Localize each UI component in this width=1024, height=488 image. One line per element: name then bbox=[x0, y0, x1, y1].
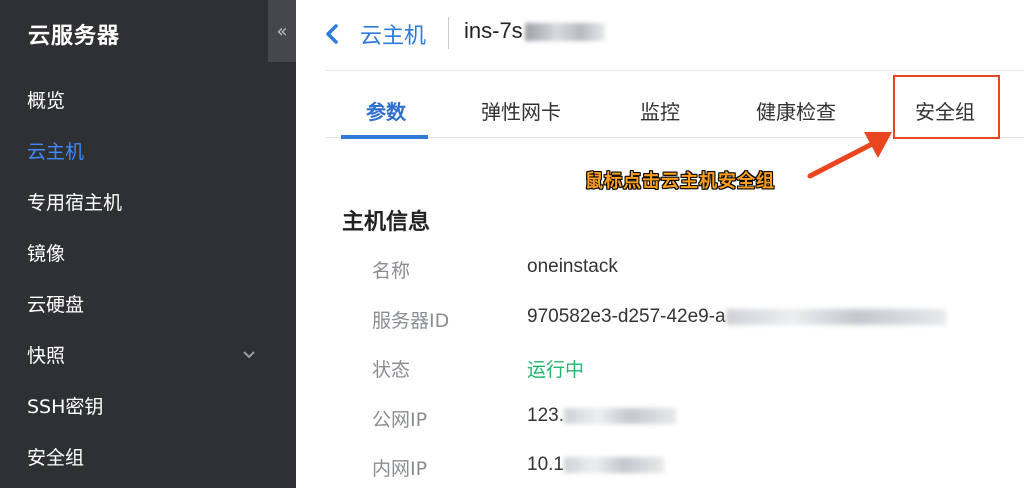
redacted-region bbox=[725, 308, 946, 325]
chevron-down-icon bbox=[242, 331, 256, 382]
sidebar: 云服务器 « 概览 云主机 专用宿主机 镜像 云硬盘 快照 SSH密钥 安全组 bbox=[0, 0, 296, 488]
instance-id: ins-7s bbox=[464, 18, 523, 43]
sidebar-title: 云服务器 bbox=[28, 24, 121, 49]
tab-parameters[interactable]: 参数 bbox=[366, 96, 406, 125]
sidebar-item-label: 云硬盘 bbox=[27, 294, 85, 316]
active-tab-indicator bbox=[341, 135, 428, 139]
sidebar-item-overview[interactable]: 概览 bbox=[0, 76, 296, 127]
arrow-icon bbox=[807, 132, 892, 179]
redacted-region bbox=[563, 407, 676, 424]
info-value: 10.1 bbox=[527, 454, 564, 475]
header-divider bbox=[326, 70, 1024, 71]
tab-elastic-nic[interactable]: 弹性网卡 bbox=[481, 96, 561, 125]
sidebar-item-label: 镜像 bbox=[27, 243, 66, 265]
page-header: 云主机 ins-7s bbox=[296, 0, 1024, 70]
info-value: 970582e3-d257-42e9-a bbox=[527, 306, 726, 327]
info-value: oneinstack bbox=[527, 256, 618, 277]
info-label: 公网IP bbox=[372, 409, 428, 431]
sidebar-item-image[interactable]: 镜像 bbox=[0, 229, 296, 280]
breadcrumb-parent[interactable]: 云主机 bbox=[360, 18, 426, 50]
info-label: 内网IP bbox=[372, 458, 428, 480]
info-value-container: 10.1 bbox=[527, 454, 664, 476]
info-label: 名称 bbox=[372, 260, 411, 282]
sidebar-item-label: 安全组 bbox=[27, 447, 85, 469]
info-value: 123. bbox=[527, 405, 564, 426]
redacted-region bbox=[563, 456, 664, 473]
double-chevron-left-icon: « bbox=[276, 20, 288, 42]
sidebar-item-ssh-key[interactable]: SSH密钥 bbox=[0, 382, 296, 433]
breadcrumb-current: ins-7s bbox=[464, 18, 605, 44]
collapse-sidebar-button[interactable]: « bbox=[268, 0, 296, 62]
redacted-region bbox=[524, 23, 605, 42]
status-badge: 运行中 bbox=[527, 359, 585, 381]
sidebar-item-security-group[interactable]: 安全组 bbox=[0, 433, 296, 484]
info-value-container: 123. bbox=[527, 405, 676, 427]
tab-monitoring[interactable]: 监控 bbox=[640, 96, 680, 125]
info-label: 服务器ID bbox=[372, 310, 450, 332]
sidebar-item-label: 快照 bbox=[27, 345, 66, 367]
sidebar-item-label: 专用宿主机 bbox=[27, 192, 123, 214]
sidebar-nav: 概览 云主机 专用宿主机 镜像 云硬盘 快照 SSH密钥 安全组 bbox=[0, 76, 296, 484]
info-value-container: 970582e3-d257-42e9-a bbox=[527, 306, 946, 328]
sidebar-item-dedicated-host[interactable]: 专用宿主机 bbox=[0, 178, 296, 229]
section-title: 主机信息 bbox=[342, 210, 431, 235]
sidebar-item-snapshot[interactable]: 快照 bbox=[0, 331, 296, 382]
annotation-text: 鼠标点击云主机安全组 bbox=[585, 171, 775, 192]
sidebar-item-label: SSH密钥 bbox=[27, 396, 104, 418]
sidebar-item-label: 云主机 bbox=[27, 141, 85, 163]
sidebar-item-cloud-disk[interactable]: 云硬盘 bbox=[0, 280, 296, 331]
breadcrumb-divider bbox=[448, 17, 449, 49]
sidebar-item-cloud-host[interactable]: 云主机 bbox=[0, 127, 296, 178]
chevron-left-icon[interactable] bbox=[322, 17, 342, 51]
sidebar-item-label: 概览 bbox=[27, 90, 66, 112]
info-label: 状态 bbox=[372, 359, 411, 381]
